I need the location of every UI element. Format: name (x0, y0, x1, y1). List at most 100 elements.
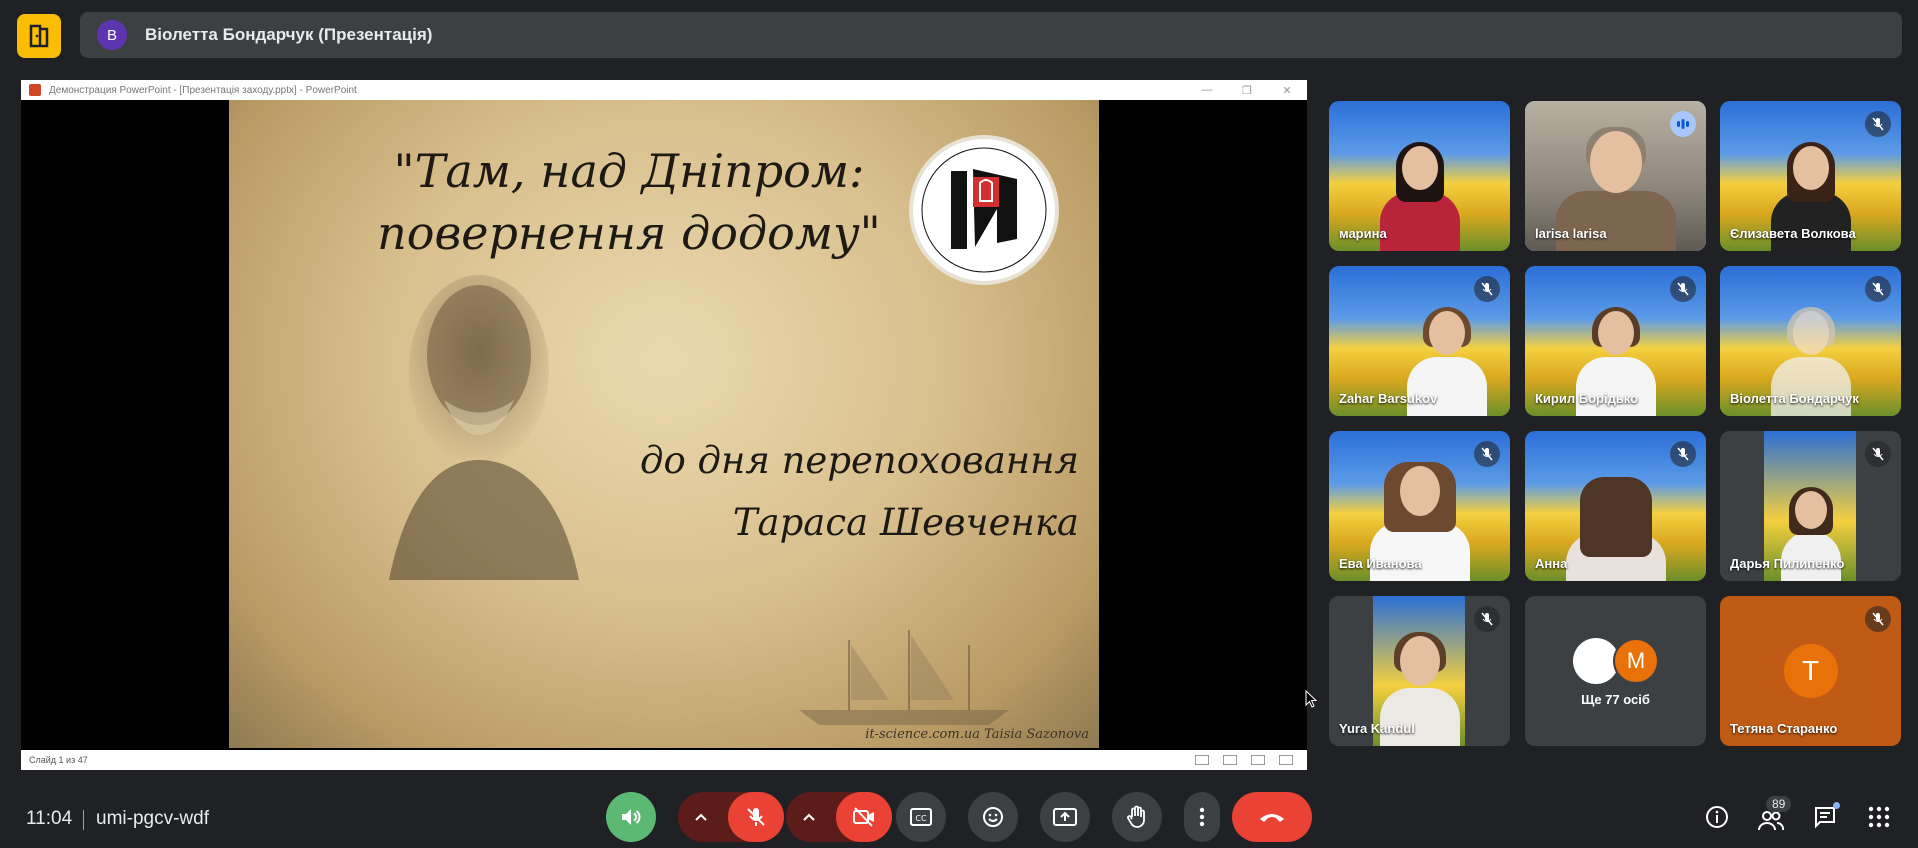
slide-subtitle-line-2: Тараса Шевченка (732, 501, 1079, 544)
reactions-button[interactable] (968, 792, 1018, 842)
participant-tile[interactable]: Zahar Barsukov (1329, 266, 1510, 416)
participant-tile[interactable]: Єлизавета Волкова (1720, 101, 1901, 251)
mic-off-icon (1474, 276, 1500, 302)
chevron-up-icon[interactable] (678, 812, 724, 822)
ship-illustration (799, 630, 1009, 725)
slideshow-statusbar: Слайд 1 из 47 (21, 750, 1307, 770)
participant-tile[interactable]: Кирил Борідько (1525, 266, 1706, 416)
participant-tile[interactable]: Т Тетяна Старанко (1720, 596, 1901, 746)
participant-name: Тетяна Старанко (1730, 721, 1838, 736)
slide-subtitle-line-1: до дня перепоховання (640, 439, 1079, 482)
people-icon (1758, 811, 1784, 831)
participant-name: Yura Kandul (1339, 721, 1415, 736)
participant-tile[interactable]: марина (1329, 101, 1510, 251)
slide-title: "Там, над Дніпром: повернення додому" (329, 140, 929, 264)
mouse-cursor-icon (1305, 690, 1317, 708)
mic-off-icon (1865, 441, 1891, 467)
avatar: M (1613, 638, 1659, 684)
meeting-room-icon[interactable] (17, 14, 61, 58)
presenter-title: Віолетта Бондарчук (Презентація) (145, 25, 433, 44)
captions-button[interactable]: CC (896, 792, 946, 842)
speaker-icon (622, 809, 641, 825)
top-bar: В Віолетта Бондарчук (Презентація) (0, 0, 1918, 68)
mic-off-icon (1670, 276, 1696, 302)
participant-name: марина (1339, 226, 1387, 241)
meeting-code: umi-pgcv-wdf (96, 808, 209, 829)
raise-hand-button[interactable] (1112, 792, 1162, 842)
captions-icon: CC (910, 808, 932, 826)
mic-off-button[interactable] (728, 792, 784, 842)
restore-icon: ❐ (1242, 84, 1252, 97)
slide-counter: Слайд 1 из 47 (29, 755, 88, 765)
chat-icon (1815, 807, 1835, 829)
hang-up-icon (1260, 814, 1284, 822)
participant-name: larisa larisa (1535, 226, 1607, 241)
mic-off-icon (1474, 606, 1500, 632)
slide-title-line-2: повернення додому" (377, 206, 881, 260)
sorter-view-icon (1223, 755, 1237, 765)
participant-tile[interactable]: Дарья Пилипенко (1720, 431, 1901, 581)
bottom-control-bar: 11:04 umi-pgcv-wdf CC 89 (0, 788, 1918, 848)
presenter-avatar: В (97, 20, 127, 50)
participant-name: Єлизавета Волкова (1730, 226, 1856, 241)
participant-tile[interactable]: larisa larisa (1525, 101, 1706, 251)
leave-call-button[interactable] (1232, 792, 1312, 842)
participant-video (1379, 142, 1460, 251)
slideshow-view-icon (1279, 755, 1293, 765)
apps-grid-icon (1868, 806, 1890, 828)
emoji-icon (983, 807, 1003, 827)
view-mode-icons (1195, 755, 1293, 765)
participant-name: Кирил Борідько (1535, 391, 1639, 406)
normal-view-icon (1195, 755, 1209, 765)
mic-off-icon (1865, 606, 1891, 632)
participant-tile[interactable]: Віолетта Бондарчук (1720, 266, 1901, 416)
audio-output-button[interactable] (606, 792, 656, 842)
chevron-up-icon[interactable] (786, 812, 832, 822)
people-button[interactable]: 89 (1756, 796, 1792, 832)
mic-off-icon (1865, 276, 1891, 302)
mic-off-icon (1865, 111, 1891, 137)
powerpoint-titlebar: Демонстрация PowerPoint - [Презентація з… (21, 80, 1307, 100)
present-icon (1053, 808, 1077, 826)
presentation-stage: Демонстрация PowerPoint - [Презентація з… (21, 80, 1307, 770)
chat-button[interactable] (1810, 802, 1840, 832)
activities-button[interactable] (1864, 802, 1894, 832)
reading-view-icon (1251, 755, 1265, 765)
participant-name: Віолетта Бондарчук (1730, 391, 1859, 406)
more-participants-tile[interactable]: M Ще 77 осіб (1525, 596, 1706, 746)
mic-off-icon (1474, 441, 1500, 467)
microphone-control[interactable] (678, 792, 784, 842)
camera-off-button[interactable] (836, 792, 892, 842)
college-seal-logo (909, 135, 1059, 285)
mic-off-icon (1670, 441, 1696, 467)
speaking-indicator-icon (1670, 111, 1696, 137)
more-participants-avatars: M (1573, 638, 1663, 684)
participant-video (1565, 477, 1666, 581)
close-icon: ✕ (1282, 84, 1292, 97)
powerpoint-icon (29, 84, 41, 96)
participant-tile[interactable]: Yura Kandul (1329, 596, 1510, 746)
participant-tile[interactable]: Ева Иванова (1329, 431, 1510, 581)
svg-text:CC: CC (915, 814, 927, 823)
people-count-badge: 89 (1766, 796, 1792, 812)
participant-name: Анна (1535, 556, 1568, 571)
slide-title-line-1: "Там, над Дніпром: (393, 144, 865, 198)
participant-tile[interactable]: Анна (1525, 431, 1706, 581)
presenter-bar[interactable]: В Віолетта Бондарчук (Презентація) (80, 12, 1902, 58)
present-screen-button[interactable] (1040, 792, 1090, 842)
info-icon (1706, 806, 1728, 828)
slide-subtitle: до дня перепоховання Тараса Шевченка (559, 430, 1079, 554)
more-participants-label: Ще 77 осіб (1581, 692, 1650, 707)
divider (83, 810, 84, 830)
participant-name: Дарья Пилипенко (1730, 556, 1845, 571)
avatar: Т (1783, 644, 1838, 698)
meeting-info-button[interactable] (1702, 802, 1732, 832)
more-options-button[interactable] (1184, 792, 1220, 842)
hand-icon (1127, 805, 1145, 828)
chat-notification-dot (1833, 802, 1840, 809)
current-time: 11:04 (26, 808, 73, 829)
minimize-icon: — (1201, 84, 1213, 96)
participant-name: Ева Иванова (1339, 556, 1422, 571)
powerpoint-window-title: Демонстрация PowerPoint - [Презентація з… (49, 84, 357, 96)
camera-control[interactable] (786, 792, 892, 842)
